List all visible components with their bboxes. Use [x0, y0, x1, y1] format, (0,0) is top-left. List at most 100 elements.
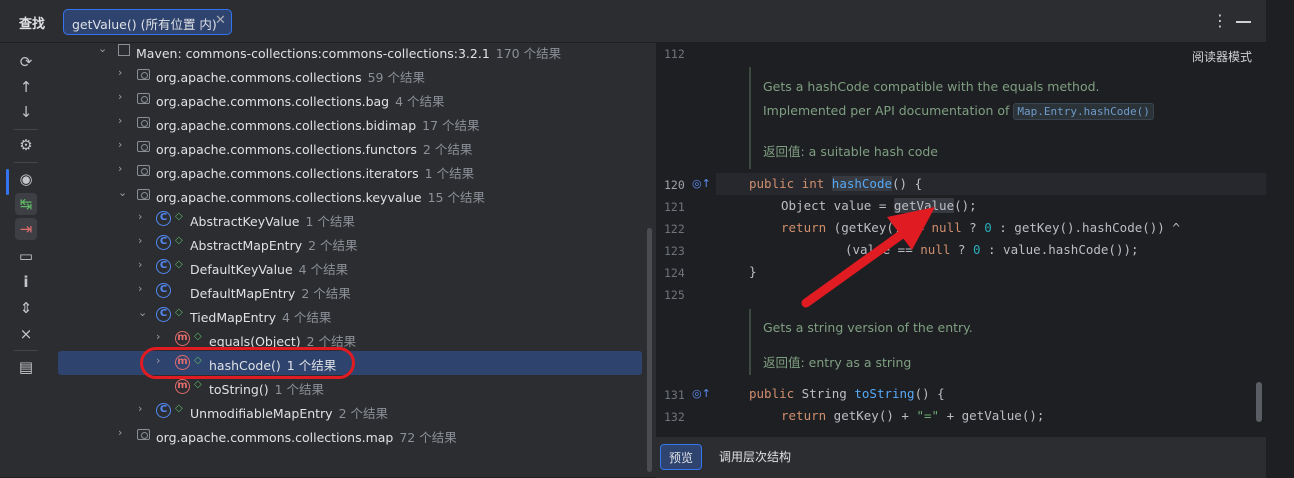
exclude-icon[interactable]: ⇥	[15, 218, 37, 240]
package-icon	[137, 69, 150, 80]
tree-row-class[interactable]: › C DefaultMapEntry 2 个结果	[46, 279, 652, 303]
package-icon	[137, 117, 150, 128]
tree-row-label: org.apache.commons.collections.map 72 个结果	[156, 430, 457, 445]
tree-row-label: org.apache.commons.collections 59 个结果	[156, 70, 425, 85]
chevron-down-icon[interactable]: ⌄	[118, 186, 127, 199]
tree-row-label: DefaultMapEntry 2 个结果	[190, 286, 351, 301]
code-line: return (getKey() == null ? 0 : getKey().…	[781, 220, 1180, 235]
doc-text: Gets a string version of the entry.	[763, 320, 973, 335]
chevron-right-icon[interactable]: ›	[118, 426, 122, 439]
public-visibility-icon: ◇	[175, 211, 183, 222]
library-icon	[118, 44, 130, 56]
preview-panel-icon[interactable]: ▤	[15, 356, 37, 378]
line-number: 132	[664, 410, 685, 424]
settings-icon[interactable]: ⚙	[15, 134, 37, 156]
info-icon[interactable]: i	[15, 271, 37, 293]
reader-mode-toggle[interactable]: 阅读器模式	[1192, 48, 1252, 65]
chevron-right-icon[interactable]: ›	[118, 114, 122, 127]
line-number: 125	[664, 288, 685, 302]
doc-returns: 返回值: a suitable hash code	[763, 144, 938, 159]
collapse-icon[interactable]: ⨯	[15, 323, 37, 345]
chevron-right-icon[interactable]: ›	[138, 258, 142, 271]
tree-row-label: UnmodifiableMapEntry 2 个结果	[190, 406, 389, 421]
close-icon[interactable]: ✕	[215, 13, 226, 28]
tree-row-label: TiedMapEntry 4 个结果	[190, 310, 332, 325]
expand-icon[interactable]: ⇕	[15, 297, 37, 319]
chevron-down-icon[interactable]: ⌄	[138, 306, 147, 319]
tree-row-class[interactable]: › C ◇ DefaultKeyValue 4 个结果	[46, 255, 652, 279]
tree-row-label: org.apache.commons.collections.keyvalue 1…	[156, 190, 485, 205]
line-number: 120	[664, 178, 685, 192]
selection-marker	[6, 169, 9, 195]
package-icon	[137, 189, 150, 200]
doc-code-reference[interactable]: Map.Entry.hashCode()	[1013, 103, 1154, 120]
navigate-icon[interactable]: ↹	[15, 193, 37, 215]
tree-row-package-keyvalue[interactable]: ⌄ org.apache.commons.collections.keyvalu…	[46, 183, 652, 207]
line-number: 112	[664, 47, 685, 61]
eye-icon[interactable]: ◉	[15, 168, 37, 190]
tree-row-method[interactable]: m ◇ toString() 1 个结果	[46, 375, 652, 399]
doc-text: Implemented per API documentation of Map…	[763, 103, 1154, 120]
class-icon: C	[156, 403, 171, 418]
tree-row-package[interactable]: › org.apache.commons.collections 59 个结果	[46, 63, 652, 87]
chevron-right-icon[interactable]: ›	[118, 138, 122, 151]
tree-row-class-tiedmapentry[interactable]: ⌄ C ◇ TiedMapEntry 4 个结果	[46, 303, 652, 327]
editor-scrollbar[interactable]	[1256, 382, 1262, 422]
line-number: 123	[664, 244, 685, 258]
chevron-right-icon[interactable]: ›	[156, 330, 160, 343]
tree-row-label: Maven: commons-collections:commons-colle…	[136, 46, 562, 61]
tree-row-package[interactable]: › org.apache.commons.collections.functor…	[46, 135, 652, 159]
method-icon: m	[175, 331, 190, 346]
code-preview: 112 Gets a hashCode compatible with the …	[656, 43, 1266, 436]
tree-row-maven[interactable]: ⌄ Maven: commons-collections:commons-col…	[46, 43, 652, 63]
class-icon: C	[156, 235, 171, 250]
override-gutter-icon[interactable]: ◎↑	[692, 177, 711, 190]
tree-row-method[interactable]: › m ◇ equals(Object) 2 个结果	[46, 327, 652, 351]
tree-row-package[interactable]: › org.apache.commons.collections.iterato…	[46, 159, 652, 183]
chevron-right-icon[interactable]: ›	[138, 282, 142, 295]
tree-row-package[interactable]: › org.apache.commons.collections.bidimap…	[46, 111, 652, 135]
tab-preview[interactable]: 预览	[660, 444, 703, 470]
package-icon	[137, 165, 150, 176]
tree-row-label: org.apache.commons.collections.functors 2…	[156, 142, 473, 157]
chevron-right-icon[interactable]: ›	[118, 66, 122, 79]
line-number: 122	[664, 222, 685, 236]
folder-icon[interactable]: ▭	[15, 245, 37, 267]
tree-row-label: org.apache.commons.collections.iterators…	[156, 166, 475, 181]
more-options-icon[interactable]: ⋮	[1212, 11, 1228, 30]
minimize-icon[interactable]	[1236, 21, 1251, 23]
tree-row-class[interactable]: › C ◇ AbstractMapEntry 2 个结果	[46, 231, 652, 255]
public-visibility-icon: ◇	[175, 235, 183, 246]
chevron-right-icon[interactable]: ›	[138, 234, 142, 247]
tree-row-package[interactable]: › org.apache.commons.collections.map 72 个…	[46, 423, 652, 447]
override-gutter-icon[interactable]: ◎↑	[692, 387, 711, 400]
window-background	[1266, 0, 1294, 477]
chevron-right-icon[interactable]: ›	[138, 402, 142, 415]
tab-label: getValue() (所有位置 内)	[72, 17, 217, 32]
public-visibility-icon: ◇	[175, 307, 183, 318]
chevron-down-icon[interactable]: ⌄	[98, 43, 107, 55]
public-visibility-icon: ◇	[175, 403, 183, 414]
tree-row-class[interactable]: › C ◇ UnmodifiableMapEntry 2 个结果	[46, 399, 652, 423]
tree-row-package[interactable]: › org.apache.commons.collections.bag 4 个结…	[46, 87, 652, 111]
doc-returns: 返回值: entry as a string	[763, 355, 912, 370]
line-number: 124	[664, 266, 685, 280]
usages-tree: ⌄ Maven: commons-collections:commons-col…	[46, 43, 652, 477]
tree-row-class[interactable]: › C ◇ AbstractKeyValue 1 个结果	[46, 207, 652, 231]
toolbar-divider	[14, 129, 38, 130]
search-result-tab[interactable]: getValue() (所有位置 内) ✕	[63, 9, 232, 35]
method-icon: m	[175, 379, 190, 394]
chevron-right-icon[interactable]: ›	[118, 90, 122, 103]
class-icon: C	[156, 259, 171, 274]
arrow-up-icon[interactable]: ↑	[15, 76, 37, 98]
chevron-right-icon[interactable]: ›	[138, 210, 142, 223]
refresh-icon[interactable]: ⟳	[15, 51, 37, 73]
tree-row-label: AbstractMapEntry 2 个结果	[190, 238, 358, 253]
tab-call-hierarchy[interactable]: 调用层次结构	[711, 444, 799, 470]
tree-scrollbar[interactable]	[647, 228, 652, 472]
doc-text: Gets a hashCode compatible with the equa…	[763, 79, 1100, 94]
arrow-down-icon[interactable]: ↓	[15, 101, 37, 123]
toolbar-divider	[14, 162, 38, 163]
code-line: }	[749, 264, 757, 279]
chevron-right-icon[interactable]: ›	[118, 162, 122, 175]
